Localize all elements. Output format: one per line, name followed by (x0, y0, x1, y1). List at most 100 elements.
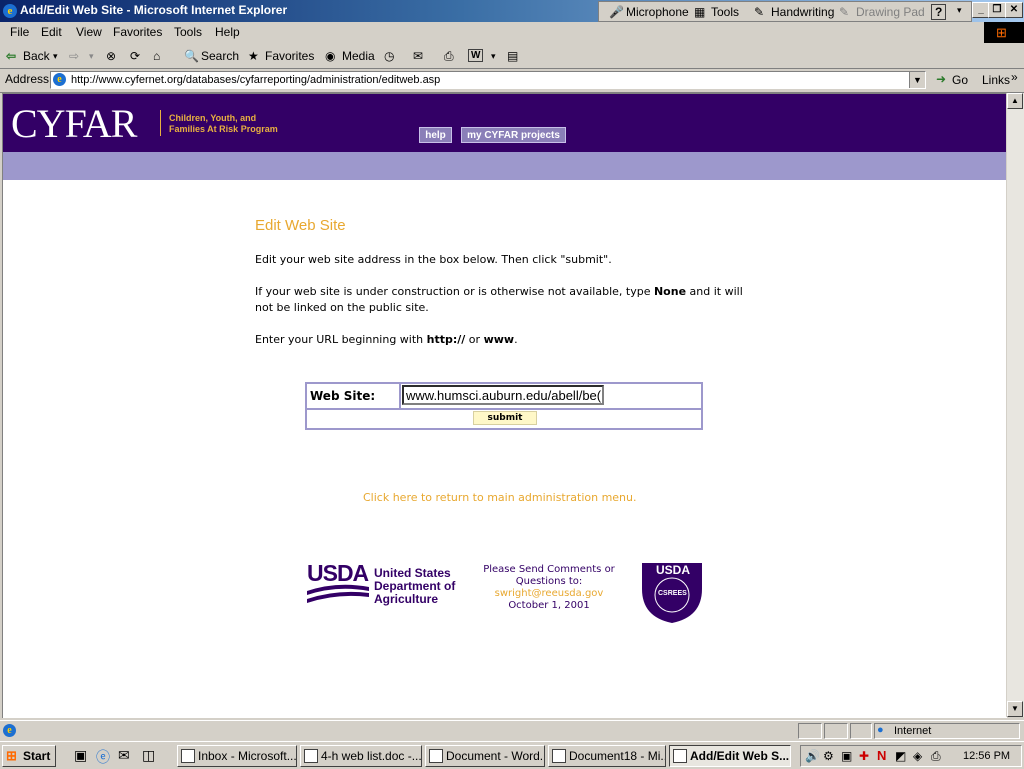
outlook-icon (181, 749, 195, 763)
handwriting-button[interactable]: Handwriting (771, 5, 834, 19)
mail-icon[interactable]: ✉ (413, 49, 423, 63)
ie-quicklaunch-icon[interactable]: ⓔ (96, 747, 110, 767)
web-site-input[interactable]: www.humsci.auburn.edu/abell/be( (402, 385, 604, 405)
discuss-icon[interactable]: ▤ (507, 49, 518, 63)
task-inbox[interactable]: Inbox - Microsoft... (177, 745, 297, 767)
windows-flag-icon: ⊞ (6, 748, 17, 763)
back-arrow-icon[interactable]: ⇦ (6, 49, 16, 63)
help-nav-button[interactable]: help (419, 127, 452, 143)
address-url[interactable]: http://www.cyfernet.org/databases/cyfarr… (71, 74, 440, 86)
menu-edit[interactable]: Edit (41, 25, 62, 39)
page-date: October 1, 2001 (508, 600, 590, 611)
task-word-webl-list[interactable]: 4-h web list.doc -... (300, 745, 422, 767)
go-arrow-icon[interactable]: ➜ (936, 72, 946, 86)
tray-app-icon[interactable]: ▣ (841, 749, 852, 763)
logo-divider (160, 110, 161, 136)
scroll-down-icon[interactable]: ▼ (1007, 701, 1023, 717)
close-button[interactable]: ✕ (1005, 2, 1023, 18)
outlook-quicklaunch-icon[interactable]: ✉ (118, 747, 130, 764)
comments-line: Please Send Comments or (483, 564, 615, 575)
taskbar: ⊞ Start ▣ ⓔ ✉ ◫ Inbox - Microsoft... 4-h… (0, 741, 1024, 769)
tray-util-icon[interactable]: ◈ (913, 749, 922, 763)
menu-favorites[interactable]: Favorites (113, 25, 162, 39)
back-button[interactable]: Back (23, 49, 50, 63)
start-button[interactable]: ⊞ Start (2, 745, 56, 767)
forward-dropdown-icon[interactable]: ▾ (89, 51, 94, 62)
tools-icon[interactable]: ▦ (694, 5, 705, 19)
forward-arrow-icon[interactable]: ⇨ (69, 49, 79, 63)
window-title: Add/Edit Web Site - Microsoft Internet E… (20, 3, 288, 17)
status-panel-2 (824, 723, 848, 739)
instruction-text: Edit your web site address in the box be… (255, 253, 612, 266)
history-icon[interactable]: ◷ (384, 49, 394, 63)
clock[interactable]: 12:56 PM (963, 750, 1010, 762)
edit-dropdown-icon[interactable]: ▾ (491, 51, 496, 62)
chevron-down-icon[interactable]: ▾ (957, 5, 962, 16)
menu-file[interactable]: File (10, 25, 29, 39)
address-bar: Address e http://www.cyfernet.org/databa… (0, 69, 1024, 93)
search-icon[interactable]: 🔍 (184, 49, 199, 63)
drawing-pad-icon: ✎ (839, 5, 850, 19)
address-label: Address (5, 72, 50, 86)
back-dropdown-icon[interactable]: ▾ (53, 51, 58, 62)
submit-button[interactable]: submit (473, 411, 537, 425)
maximize-button[interactable]: ❐ (988, 2, 1006, 18)
menu-help[interactable]: Help (215, 25, 240, 39)
status-bar: e ● Internet (0, 720, 1024, 741)
search-button[interactable]: Search (201, 49, 239, 63)
stop-icon[interactable]: ⊗ (106, 49, 116, 63)
task-document18[interactable]: Document18 - Mi... (548, 745, 666, 767)
ie-icon (673, 749, 687, 763)
media-icon[interactable]: ◉ (325, 49, 335, 63)
standard-toolbar: ⇦ Back ▾ ⇨ ▾ ⊗ ⟳ ⌂ 🔍 Search ★ Favorites … (0, 44, 1024, 69)
microphone-button[interactable]: Microphone (626, 5, 689, 19)
favorites-icon[interactable]: ★ (248, 49, 259, 63)
return-admin-link[interactable]: Click here to return to main administrat… (363, 491, 637, 504)
menu-tools[interactable]: Tools (174, 25, 202, 39)
menu-view[interactable]: View (76, 25, 102, 39)
scroll-up-icon[interactable]: ▲ (1007, 93, 1023, 109)
status-page-icon: e (3, 724, 16, 737)
address-input[interactable]: e http://www.cyfernet.org/databases/cyfa… (50, 71, 926, 89)
help-button[interactable]: ? (931, 4, 947, 20)
show-desktop-icon[interactable]: ▣ (74, 747, 87, 764)
go-button[interactable]: Go (952, 73, 968, 87)
volume-icon[interactable]: 🔊 (805, 749, 820, 763)
page-title: Edit Web Site (255, 217, 346, 234)
vertical-scrollbar[interactable]: ▲ ▼ (1006, 93, 1024, 717)
tray-monitor-icon[interactable]: ◩ (895, 749, 906, 763)
task-document-word[interactable]: Document - Word... (425, 745, 545, 767)
usda-logo-swoosh (307, 584, 369, 603)
word-edit-icon[interactable]: W (468, 49, 484, 62)
globe-icon: ● (877, 724, 884, 736)
tools-button[interactable]: Tools (711, 5, 739, 19)
my-projects-button[interactable]: my CYFAR projects (461, 127, 566, 143)
header-band (3, 152, 1007, 180)
links-button[interactable]: Links (982, 73, 1010, 87)
construction-note: If your web site is under construction o… (255, 285, 743, 314)
app-quicklaunch-icon[interactable]: ◫ (142, 747, 155, 764)
site-header: CYFAR Children, Youth, and Families At R… (3, 94, 1007, 152)
network-icon[interactable]: ⚙ (823, 749, 834, 763)
menu-bar: File Edit View Favorites Tools Help (0, 22, 1024, 45)
program-name-line2: Families At Risk Program (169, 124, 278, 134)
word-icon (429, 749, 443, 763)
pen-icon[interactable]: ✎ (754, 5, 764, 19)
microphone-icon[interactable]: 🎤 (609, 5, 624, 19)
chevron-right-icon[interactable]: » (1011, 70, 1018, 84)
tray-printer-icon[interactable]: ⎙ (931, 749, 941, 764)
address-dropdown-icon[interactable]: ▼ (909, 72, 925, 88)
usda-department-name: United States Department of Agriculture (374, 566, 456, 606)
status-panel-3 (850, 723, 872, 739)
print-icon[interactable]: ⎙ (444, 49, 454, 64)
antivirus-icon[interactable]: ✚ (859, 749, 869, 763)
contact-email-link[interactable]: swright@reeusda.gov (469, 588, 629, 600)
task-add-edit-website[interactable]: Add/Edit Web S... (669, 745, 791, 767)
norton-icon[interactable]: N (877, 748, 886, 763)
media-button[interactable]: Media (342, 49, 375, 63)
home-icon[interactable]: ⌂ (153, 49, 160, 63)
cyfar-logo[interactable]: CYFAR (11, 100, 137, 147)
favorites-button[interactable]: Favorites (265, 49, 314, 63)
refresh-icon[interactable]: ⟳ (130, 49, 140, 63)
web-site-label: Web Site: (310, 389, 376, 403)
